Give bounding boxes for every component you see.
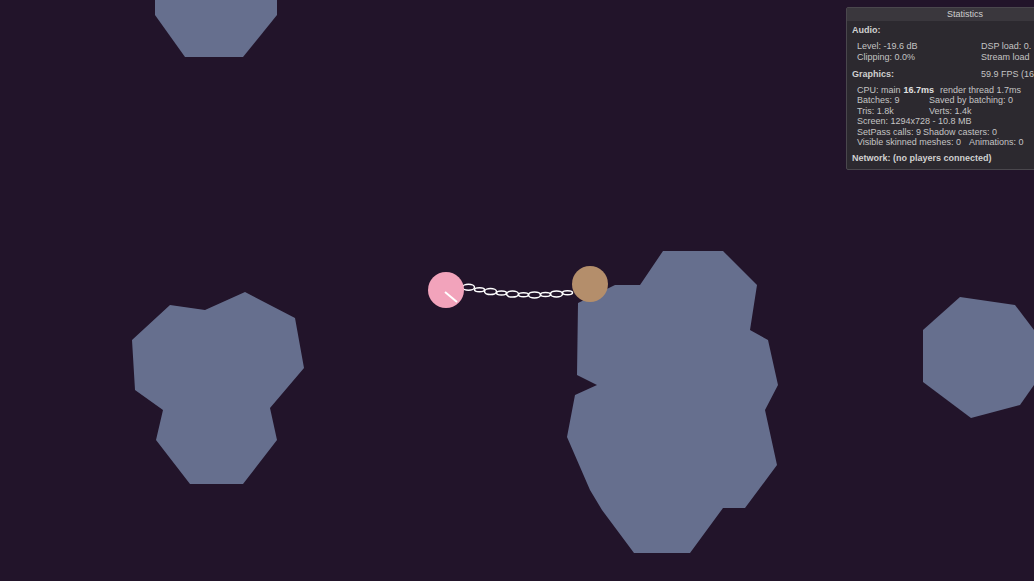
stat-label: Screen: 1294x728 - 10.8 MB xyxy=(857,116,972,126)
stat-row: Clipping: 0.0%Stream load xyxy=(857,52,1034,63)
chain-link xyxy=(507,291,519,297)
chain-link xyxy=(475,288,485,292)
stat-label: Clipping: 0.0% xyxy=(857,52,981,63)
chain-link xyxy=(551,291,563,297)
chain-link xyxy=(541,293,551,297)
chain-link xyxy=(485,289,497,295)
stat-row: Batches: 9Saved by batching: 0 xyxy=(857,95,1034,105)
brown-ball[interactable] xyxy=(572,266,608,302)
section-heading: Network: (no players connected) xyxy=(852,153,1034,164)
stat-label: CPU: main xyxy=(857,85,901,95)
stat-label: Visible skinned meshes: 0 xyxy=(857,137,969,147)
section-heading: Audio: xyxy=(852,25,1034,36)
stat-label: Batches: 9 xyxy=(857,95,929,105)
stat-label: SetPass calls: 9 xyxy=(857,127,923,137)
stat-row: Level: -19.6 dBDSP load: 0. xyxy=(857,41,1034,52)
cpu-main-time: 16.7ms xyxy=(904,85,935,95)
stat-row: SetPass calls: 9Shadow casters: 0 xyxy=(857,127,1034,137)
stat-label: Animations: 0 xyxy=(969,137,1024,147)
chain-link xyxy=(463,284,475,290)
title: Statistics xyxy=(947,8,983,21)
stat-row: Tris: 1.8kVerts: 1.4k xyxy=(857,106,1034,116)
chain-link xyxy=(529,292,541,298)
stat-row: CPU: main16.7ms render thread 1.7ms xyxy=(857,85,1034,95)
stat-label: Tris: 1.8k xyxy=(857,106,929,116)
chain xyxy=(463,284,573,298)
panel-title: Statistics xyxy=(847,8,1034,21)
stat-label: Shadow casters: 0 xyxy=(923,127,997,137)
chain-link xyxy=(497,291,507,295)
asteroid xyxy=(923,297,1034,418)
section-heading: Graphics: xyxy=(852,69,981,80)
statistics-panel: Statistics Audio: Level: -19.6 dBDSP load… xyxy=(846,7,1034,170)
stat-label: Verts: 1.4k xyxy=(929,106,972,116)
panel-content: Audio: Level: -19.6 dBDSP load: 0.Clippin… xyxy=(847,21,1034,164)
stat-label: Level: -19.6 dB xyxy=(857,41,981,52)
graphics-heading-row: Graphics:59.9 FPS (16 xyxy=(852,69,1034,80)
stat-label: Saved by batching: 0 xyxy=(929,95,1013,105)
aim-indicator xyxy=(445,292,457,302)
graphics-rows: CPU: main16.7msrender thread 1.7msBatche… xyxy=(852,85,1034,147)
asteroid xyxy=(132,292,304,484)
fps-reading: 59.9 FPS (16 xyxy=(981,69,1034,80)
stat-row: Screen: 1294x728 - 10.8 MB xyxy=(857,116,1034,126)
chain-link xyxy=(519,293,529,297)
stat-label: Stream load xyxy=(981,52,1030,63)
stat-row: Visible skinned meshes: 0Animations: 0 xyxy=(857,137,1034,147)
game-view: Statistics Audio: Level: -19.6 dBDSP load… xyxy=(0,0,1034,581)
asteroid xyxy=(155,0,277,57)
stat-label: DSP load: 0. xyxy=(981,41,1031,52)
audio-rows: Level: -19.6 dBDSP load: 0.Clipping: 0.0… xyxy=(852,41,1034,63)
asteroid xyxy=(567,251,778,553)
stat-label: render thread 1.7ms xyxy=(940,85,1021,95)
pink-ball[interactable] xyxy=(428,272,464,308)
chain-link xyxy=(563,291,573,295)
